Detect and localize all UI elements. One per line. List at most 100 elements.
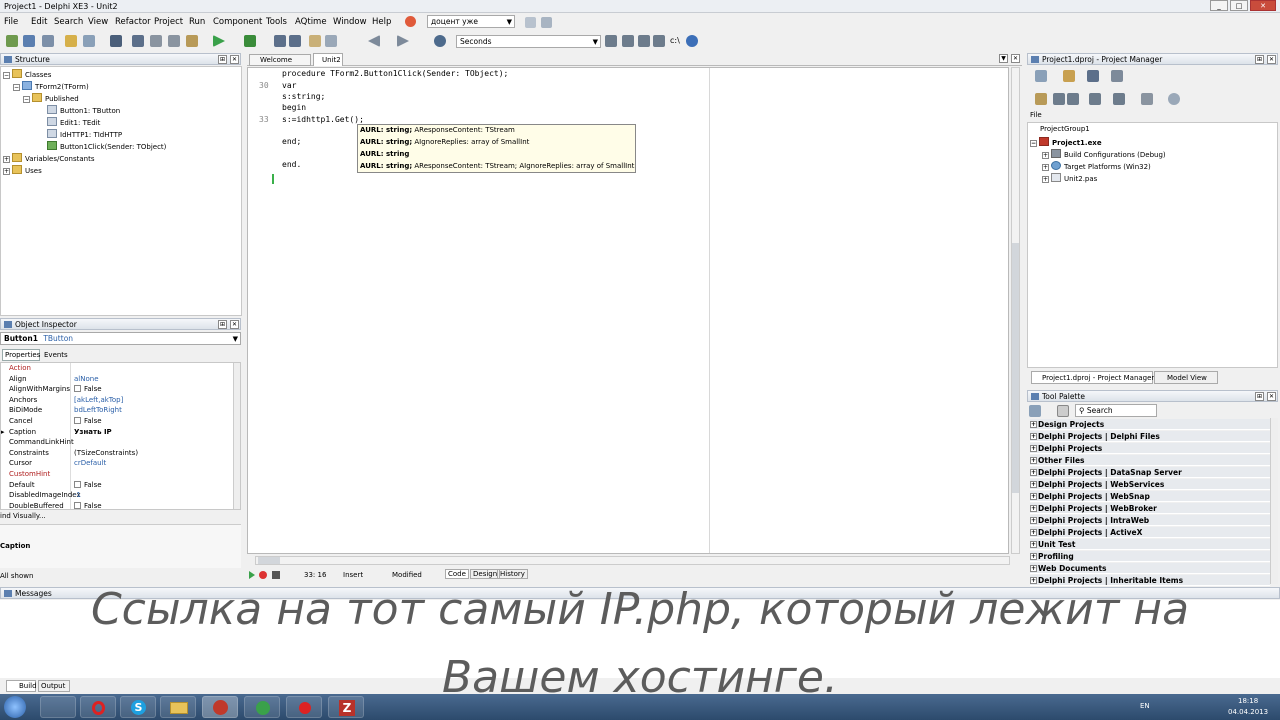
palette-category[interactable]: + Delphi Projects | IntraWeb xyxy=(1030,515,1270,526)
bind-visually-link[interactable]: ind Visually... xyxy=(0,512,46,520)
clock-date[interactable]: 04.04.2013 xyxy=(1228,708,1268,716)
forward-icon[interactable] xyxy=(397,35,409,47)
filezilla-icon[interactable]: Z xyxy=(328,696,364,718)
folder-icon[interactable] xyxy=(160,696,196,718)
menu-refactor[interactable]: Refactor xyxy=(115,17,151,27)
palette-category[interactable]: + Design Projects xyxy=(1030,419,1270,430)
skype-icon[interactable]: S xyxy=(120,696,156,718)
refresh-icon[interactable] xyxy=(1168,93,1180,105)
property-value[interactable]: bdLeftToRight xyxy=(74,406,122,414)
pin-icon[interactable]: ⊞ xyxy=(218,55,227,64)
vertical-scrollbar[interactable] xyxy=(1011,67,1020,554)
reopen-icon[interactable] xyxy=(83,35,95,47)
pin-icon[interactable]: ⊞ xyxy=(1255,392,1264,401)
tree-node-button1click[interactable]: Button1Click(Sender: TObject) xyxy=(47,141,166,151)
palette-category[interactable]: + Profiling xyxy=(1030,551,1270,562)
expand-icon[interactable]: + xyxy=(1030,433,1037,440)
close-icon[interactable]: ✕ xyxy=(230,55,239,64)
minimize-button[interactable]: _ xyxy=(1210,0,1228,11)
play-macro-icon[interactable] xyxy=(249,571,255,579)
checkbox-icon[interactable] xyxy=(74,417,81,424)
menu-tools[interactable]: Tools xyxy=(266,17,287,27)
start-button[interactable] xyxy=(4,696,26,718)
tab-code[interactable]: Code xyxy=(445,569,469,579)
build-icon[interactable] xyxy=(1035,93,1047,105)
tab-welcome-page[interactable]: Welcome Page xyxy=(249,54,311,75)
menu-project[interactable]: Project xyxy=(154,17,183,27)
add-file-icon[interactable] xyxy=(150,35,162,47)
unit2-pas-node[interactable]: + Unit2.pas xyxy=(1042,173,1097,183)
property-name[interactable]: CommandLinkHint xyxy=(9,438,74,446)
expand-icon[interactable]: + xyxy=(1030,421,1037,428)
help-ball-icon[interactable] xyxy=(405,16,416,27)
palette-category[interactable]: + Delphi Projects | Delphi Files xyxy=(1030,431,1270,442)
property-name[interactable]: BiDiMode xyxy=(9,406,42,414)
options-icon[interactable] xyxy=(1141,93,1153,105)
expand-icon[interactable]: + xyxy=(1030,481,1037,488)
expand-icon[interactable]: + xyxy=(1030,577,1037,584)
expand-icon[interactable]: + xyxy=(1030,553,1037,560)
tab-history[interactable]: History xyxy=(497,569,528,579)
menu-run[interactable]: Run xyxy=(189,17,205,27)
component-icon[interactable] xyxy=(525,17,536,28)
close-tab-icon[interactable]: ✕ xyxy=(1011,54,1020,63)
sync-icon[interactable] xyxy=(1087,70,1099,82)
pause-icon[interactable] xyxy=(274,35,286,47)
help-icon[interactable] xyxy=(686,35,698,47)
target-platforms-node[interactable]: + Target Platforms (Win32) xyxy=(1042,161,1151,171)
property-name[interactable]: Anchors xyxy=(9,396,37,404)
menu-window[interactable]: Window xyxy=(333,17,367,27)
palette-category[interactable]: + Delphi Projects | WebBroker xyxy=(1030,503,1270,514)
property-value[interactable]: crDefault xyxy=(74,459,106,467)
popup-row[interactable]: AURL: string; AIgnoreReplies: array of S… xyxy=(360,138,529,146)
expand-icon[interactable]: + xyxy=(1030,565,1037,572)
open-icon[interactable] xyxy=(42,35,54,47)
property-value[interactable]: alNone xyxy=(74,375,99,383)
layout-icon[interactable] xyxy=(541,17,552,28)
new-items-icon[interactable] xyxy=(23,35,35,47)
add-icon[interactable] xyxy=(1063,70,1075,82)
tab-events[interactable]: Events xyxy=(42,350,72,361)
language-indicator[interactable]: EN xyxy=(1140,702,1150,710)
property-name[interactable]: Caption xyxy=(9,428,36,436)
palette-scrollbar[interactable] xyxy=(1270,418,1278,584)
tree-node-variables[interactable]: + Variables/Constants xyxy=(3,153,94,163)
taskbar-app-icon[interactable] xyxy=(40,696,76,718)
menu-file[interactable]: File xyxy=(4,17,18,27)
palette-category[interactable]: + Web Documents xyxy=(1030,563,1270,574)
property-name[interactable]: Action xyxy=(9,364,31,372)
menu-aqtime[interactable]: AQtime xyxy=(295,17,327,27)
palette-category[interactable]: + Delphi Projects | ActiveX xyxy=(1030,527,1270,538)
property-value[interactable]: False xyxy=(74,417,102,425)
tab-design[interactable]: Design xyxy=(470,569,501,579)
save-icon[interactable] xyxy=(110,35,122,47)
desktop-combo[interactable]: Seconds ▼ xyxy=(456,35,601,48)
property-value[interactable]: False xyxy=(74,501,102,509)
expand-icon[interactable]: + xyxy=(1030,469,1037,476)
scrollbar[interactable] xyxy=(233,363,240,509)
expand-icon[interactable]: + xyxy=(1030,529,1037,536)
tree-node-button1[interactable]: Button1: TButton xyxy=(47,105,120,115)
stop-icon[interactable] xyxy=(289,35,301,47)
back-icon[interactable] xyxy=(368,35,380,47)
activate-icon[interactable] xyxy=(1035,70,1047,82)
close-icon[interactable]: ✕ xyxy=(230,320,239,329)
delphi-icon[interactable] xyxy=(202,696,238,718)
property-name[interactable]: Cancel xyxy=(9,417,33,425)
path-label[interactable]: c:\ xyxy=(670,36,680,45)
menu-search[interactable]: Search xyxy=(54,17,83,27)
trace-icon[interactable] xyxy=(309,35,321,47)
step-icon[interactable] xyxy=(325,35,337,47)
tree-node-idhttp1[interactable]: IdHTTP1: TIdHTTP xyxy=(47,129,122,139)
expand-icon[interactable]: + xyxy=(1030,457,1037,464)
tab-project-manager[interactable]: Project1.dproj - Project Manager xyxy=(1031,371,1154,384)
tab-model-view[interactable]: Model View xyxy=(1154,371,1218,384)
expand-icon[interactable]: + xyxy=(1030,445,1037,452)
pin-icon[interactable]: ⊞ xyxy=(1255,55,1264,64)
palette-category[interactable]: + Other Files xyxy=(1030,455,1270,466)
expand-icon[interactable] xyxy=(1113,93,1125,105)
close-button[interactable]: ✕ xyxy=(1250,0,1276,11)
menu-edit[interactable]: Edit xyxy=(31,17,47,27)
opera-icon[interactable] xyxy=(80,696,116,718)
property-value[interactable]: [akLeft,akTop] xyxy=(74,396,123,404)
